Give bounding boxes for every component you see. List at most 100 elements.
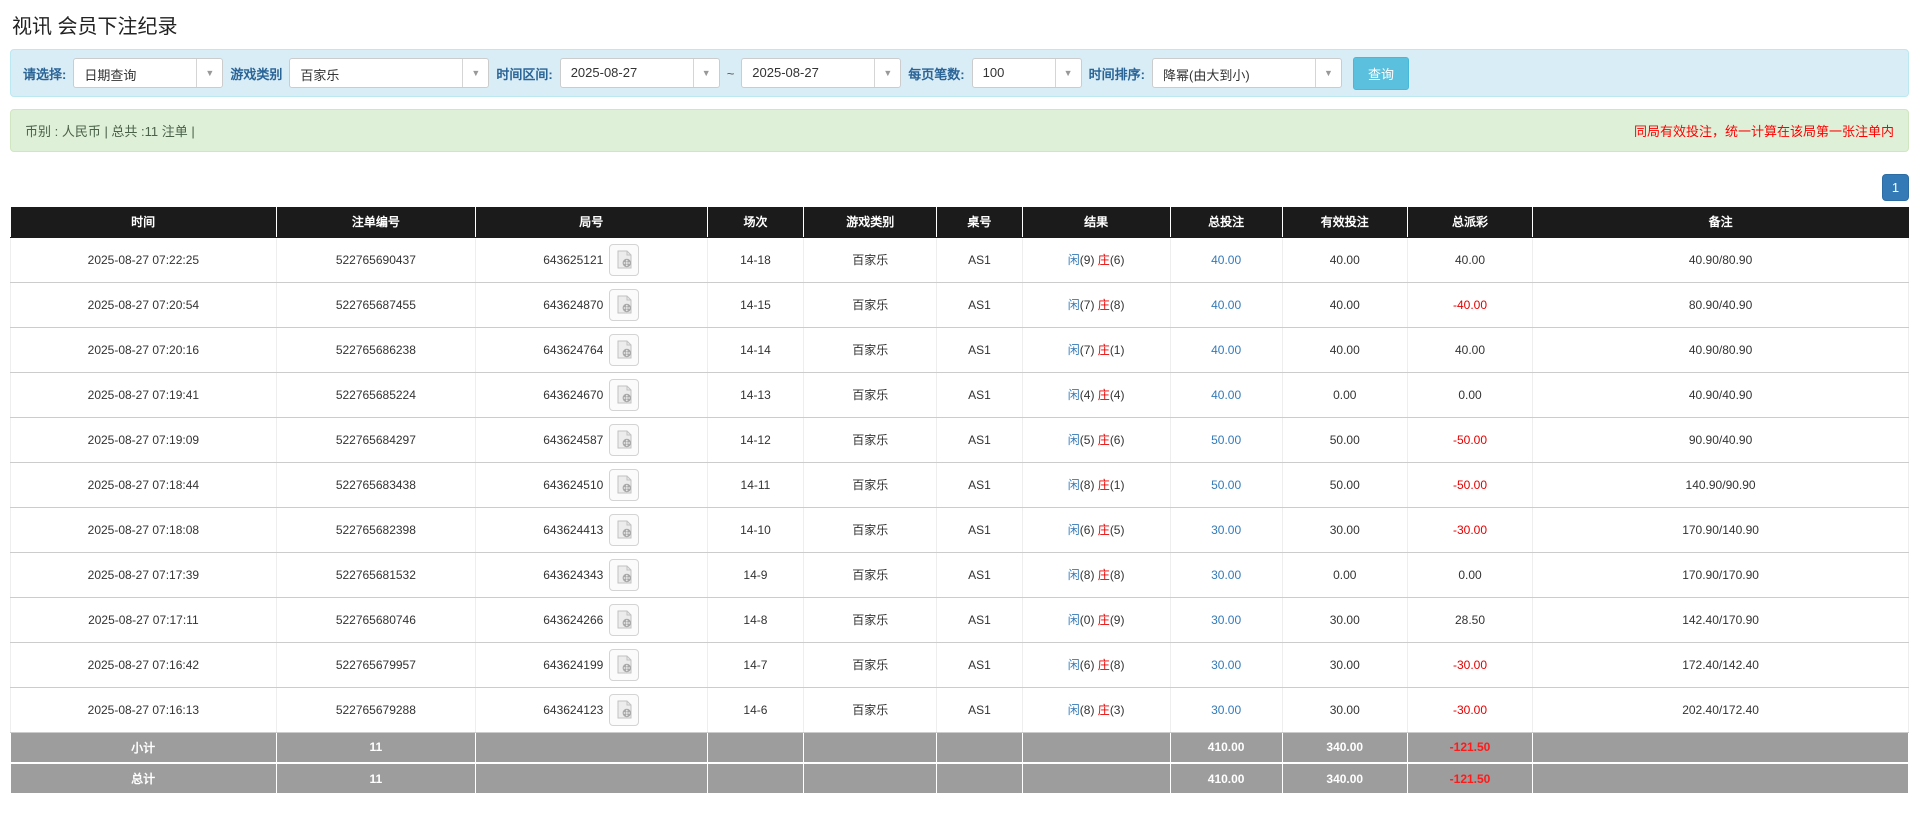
col-table-no: 桌号: [937, 207, 1022, 237]
cell-remark: 90.90/40.90: [1533, 417, 1909, 462]
cell-game: 百家乐: [804, 687, 937, 732]
replay-button[interactable]: [609, 559, 639, 591]
cell-bet-id: 522765684297: [276, 417, 475, 462]
query-type-select[interactable]: 日期查询 ▼: [73, 58, 223, 88]
result-banker: 庄(8): [1098, 568, 1125, 582]
col-bet-id: 注单编号: [276, 207, 475, 237]
cell-game: 百家乐: [804, 282, 937, 327]
chevron-down-icon: ▼: [1055, 59, 1081, 87]
per-page-select[interactable]: 100 ▼: [972, 58, 1082, 88]
replay-button[interactable]: [609, 604, 639, 636]
time-sort-select[interactable]: 降幂(由大到小) ▼: [1152, 58, 1342, 88]
result-banker: 庄(4): [1098, 388, 1125, 402]
total-count: 11: [276, 763, 475, 794]
result-player: 闲(4): [1068, 388, 1095, 402]
total-bet-link[interactable]: 40.00: [1211, 388, 1241, 402]
video-replay-icon: [616, 655, 633, 674]
replay-button[interactable]: [609, 694, 639, 726]
table-row: 2025-08-27 07:20:54 522765687455 6436248…: [11, 282, 1909, 327]
currency-total-text: 币别 : 人民币 | 总共 :11 注单 |: [25, 121, 195, 140]
replay-button[interactable]: [609, 334, 639, 366]
cell-remark: 142.40/170.90: [1533, 597, 1909, 642]
result-banker: 庄(9): [1098, 613, 1125, 627]
col-total-bet: 总投注: [1170, 207, 1282, 237]
result-banker: 庄(3): [1098, 703, 1125, 717]
replay-button[interactable]: [609, 649, 639, 681]
date-to-select[interactable]: 2025-08-27 ▼: [741, 58, 901, 88]
cell-payout: 40.00: [1407, 327, 1532, 372]
table-row: 2025-08-27 07:18:44 522765683438 6436245…: [11, 462, 1909, 507]
replay-button[interactable]: [609, 469, 639, 501]
replay-button[interactable]: [609, 424, 639, 456]
replay-button[interactable]: [609, 244, 639, 276]
total-bet-link[interactable]: 50.00: [1211, 433, 1241, 447]
total-bet-link[interactable]: 40.00: [1211, 253, 1241, 267]
result-banker: 庄(5): [1098, 523, 1125, 537]
cell-payout: 0.00: [1407, 372, 1532, 417]
cell-valid-bet: 40.00: [1282, 327, 1407, 372]
total-bet-link[interactable]: 30.00: [1211, 613, 1241, 627]
cell-session: 14-8: [707, 597, 804, 642]
summary-bar: 币别 : 人民币 | 总共 :11 注单 | 同局有效投注，统一计算在该局第一张…: [10, 109, 1909, 152]
table-row: 2025-08-27 07:19:41 522765685224 6436246…: [11, 372, 1909, 417]
cell-bet-id: 522765682398: [276, 507, 475, 552]
chevron-down-icon: ▼: [693, 59, 719, 87]
cell-remark: 170.90/140.90: [1533, 507, 1909, 552]
cell-table-no: AS1: [937, 462, 1022, 507]
cell-valid-bet: 40.00: [1282, 282, 1407, 327]
cell-bet-id: 522765679957: [276, 642, 475, 687]
total-bet-link[interactable]: 30.00: [1211, 703, 1241, 717]
table-row: 2025-08-27 07:20:16 522765686238 6436247…: [11, 327, 1909, 372]
page: 视讯 会员下注纪录 请选择: 日期查询 ▼ 游戏类别 百家乐 ▼ 时间区间: 2…: [0, 0, 1919, 795]
replay-button[interactable]: [609, 379, 639, 411]
bet-records-table: 时间 注单编号 局号 场次 游戏类别 桌号 结果 总投注 有效投注 总派彩 备注…: [10, 207, 1909, 795]
cell-valid-bet: 50.00: [1282, 462, 1407, 507]
total-bet-link[interactable]: 50.00: [1211, 478, 1241, 492]
table-row: 2025-08-27 07:19:09 522765684297 6436245…: [11, 417, 1909, 462]
cell-table-no: AS1: [937, 372, 1022, 417]
cell-table-no: AS1: [937, 552, 1022, 597]
round-id: 643624199: [543, 658, 603, 672]
total-bet-link[interactable]: 30.00: [1211, 658, 1241, 672]
table-header-row: 时间 注单编号 局号 场次 游戏类别 桌号 结果 总投注 有效投注 总派彩 备注: [11, 207, 1909, 237]
cell-valid-bet: 40.00: [1282, 237, 1407, 282]
video-replay-icon: [616, 430, 633, 449]
filter-bar: 请选择: 日期查询 ▼ 游戏类别 百家乐 ▼ 时间区间: 2025-08-27 …: [10, 49, 1909, 97]
total-bet-link[interactable]: 40.00: [1211, 343, 1241, 357]
query-button[interactable]: 查询: [1353, 57, 1409, 90]
cell-payout: -30.00: [1407, 687, 1532, 732]
cell-time: 2025-08-27 07:19:41: [11, 372, 277, 417]
cell-valid-bet: 30.00: [1282, 687, 1407, 732]
date-range-label: 时间区间:: [496, 64, 552, 83]
video-replay-icon: [616, 475, 633, 494]
game-type-label: 游戏类别: [230, 64, 282, 83]
notice-text: 同局有效投注，统一计算在该局第一张注单内: [1634, 121, 1894, 140]
col-session: 场次: [707, 207, 804, 237]
replay-button[interactable]: [609, 514, 639, 546]
cell-time: 2025-08-27 07:16:13: [11, 687, 277, 732]
page-title: 视讯 会员下注纪录: [12, 10, 1909, 39]
video-replay-icon: [616, 295, 633, 314]
cell-valid-bet: 30.00: [1282, 642, 1407, 687]
cell-valid-bet: 30.00: [1282, 507, 1407, 552]
page-1-button[interactable]: 1: [1882, 174, 1909, 201]
round-id: 643624670: [543, 388, 603, 402]
result-banker: 庄(6): [1098, 253, 1125, 267]
video-replay-icon: [616, 520, 633, 539]
total-bet-link[interactable]: 30.00: [1211, 568, 1241, 582]
date-range-tilde: ~: [727, 66, 735, 81]
total-bet-link[interactable]: 30.00: [1211, 523, 1241, 537]
replay-button[interactable]: [609, 289, 639, 321]
cell-remark: 202.40/172.40: [1533, 687, 1909, 732]
result-player: 闲(8): [1068, 703, 1095, 717]
subtotal-row: 小计 11 410.00 340.00 -121.50: [11, 732, 1909, 763]
date-from-select[interactable]: 2025-08-27 ▼: [560, 58, 720, 88]
round-id: 643624587: [543, 433, 603, 447]
cell-bet-id: 522765681532: [276, 552, 475, 597]
cell-table-no: AS1: [937, 282, 1022, 327]
video-replay-icon: [616, 340, 633, 359]
cell-payout: -50.00: [1407, 462, 1532, 507]
total-bet-link[interactable]: 40.00: [1211, 298, 1241, 312]
game-type-select[interactable]: 百家乐 ▼: [289, 58, 489, 88]
result-banker: 庄(1): [1098, 478, 1125, 492]
